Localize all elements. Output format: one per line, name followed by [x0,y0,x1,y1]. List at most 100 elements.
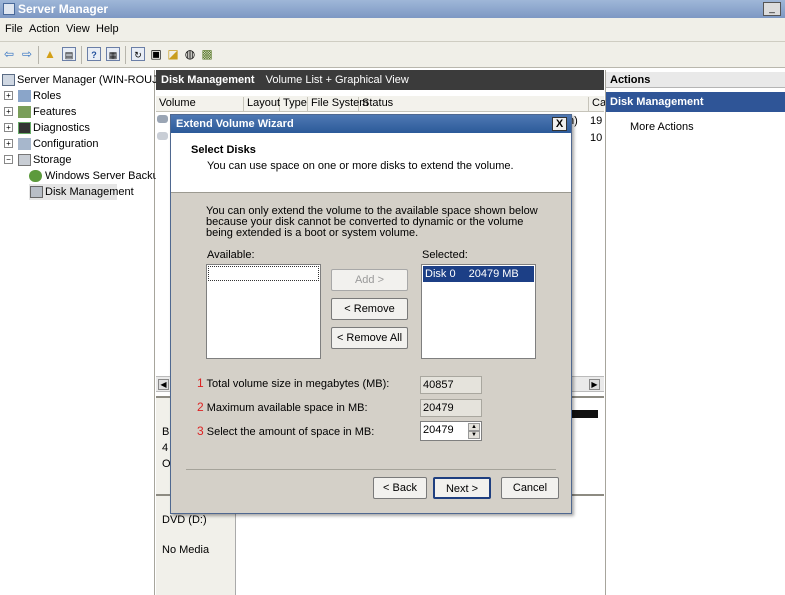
open-icon[interactable]: ◪ [166,47,180,61]
available-disks-list[interactable] [206,264,321,359]
tree-item-diagnostics[interactable]: + Diagnostics [2,120,152,136]
toolbar-separator [125,46,126,64]
selected-label: Selected: [422,249,468,261]
refresh-icon[interactable]: ↻ [131,47,145,61]
tree-item-disk-management[interactable]: Disk Management [29,184,134,200]
column-volume[interactable]: Volume [156,97,244,111]
column-file-system[interactable]: File System [308,97,368,111]
tree-item-windows-server-backup[interactable]: Windows Server Backup [29,168,165,184]
disk-label-line: B [162,426,170,438]
storage-icon [18,154,31,166]
column-type[interactable]: Type [280,97,308,111]
max-space-row: 2 Maximum available space in MB: [197,400,368,414]
partition-header-bar [570,410,598,418]
selected-disks-list[interactable]: Disk 0 20479 MB [421,264,536,359]
column-capacity[interactable]: Ca [589,97,606,111]
tree-item-storage[interactable]: − Storage [2,152,152,168]
chevron-down-icon[interactable]: ▼ [468,431,480,439]
annotation-number: 2 [197,400,204,414]
tree-item-label: Windows Server Backup [45,170,165,182]
add-button[interactable]: Add > [331,269,408,291]
focus-rectangle [208,266,319,281]
space-amount-value[interactable]: 20479 [423,424,454,436]
expand-icon[interactable]: + [4,139,13,148]
available-label: Available: [207,249,255,261]
dialog-title: Extend Volume Wizard [176,118,294,130]
actions-pane: Actions Disk Management More Actions [605,70,785,595]
dvd-label: DVD (D:) [162,514,207,526]
remove-button[interactable]: < Remove [331,298,408,320]
dialog-title-bar: Extend Volume Wizard [171,115,571,133]
up-folder-icon[interactable]: ▲ [43,47,57,61]
tree-item-label: Features [33,106,77,118]
extend-volume-wizard-dialog: Extend Volume Wizard X Select Disks You … [170,114,572,514]
menu-help[interactable]: Help [96,23,119,35]
wizard-header: Select Disks You can use space on one or… [171,133,571,193]
tree-item-roles[interactable]: + Roles [2,88,152,104]
disk-icon[interactable]: ▣ [149,47,163,61]
volume-row-capacity: 19 [590,115,603,127]
forward-arrow-icon[interactable]: ⇨ [20,47,34,61]
volume-list-header: Volume Layout Type File System Status Ca [156,96,606,112]
menu-view[interactable]: View [66,23,90,35]
cancel-button[interactable]: Cancel [501,477,559,499]
pane-header: Disk Management Volume List + Graphical … [156,70,604,90]
menu-action[interactable]: Action [29,23,60,35]
chevron-up-icon[interactable]: ▲ [468,423,480,431]
window-title: Server Manager [18,2,109,16]
space-amount-stepper[interactable]: 20479 ▲ ▼ [420,421,482,441]
back-button[interactable]: < Back [373,477,427,499]
toolbar-separator [81,46,82,64]
volume-icon [157,132,168,140]
annotation-number: 1 [197,376,204,390]
toolbar-separator [38,46,39,64]
help-icon[interactable]: ? [87,47,101,61]
expand-icon[interactable]: + [4,91,13,100]
total-size-label: Total volume size in megabytes (MB): [206,378,390,390]
pane-title: Disk Management [161,74,255,86]
scroll-right-icon[interactable]: ▶ [589,379,600,390]
scroll-left-icon[interactable]: ◀ [158,379,169,390]
show-hide-tree-icon[interactable]: ▤ [62,47,76,61]
wizard-heading: Select Disks [191,144,256,156]
select-amount-row: 3 Select the amount of space in MB: [197,424,374,438]
selected-disk-size: 20479 MB [468,268,519,280]
volume-row-capacity: 10 [590,132,603,144]
volume-icon [157,115,168,123]
column-layout[interactable]: Layout [244,97,280,111]
column-status[interactable]: Status [359,97,589,111]
actions-section-disk-management[interactable]: Disk Management [606,92,785,112]
remove-all-button[interactable]: < Remove All [331,327,408,349]
footer-separator [186,469,556,470]
total-size-value: 40857 [420,376,482,394]
wizard-description: You can only extend the volume to the av… [206,205,538,239]
more-actions-link[interactable]: More Actions [630,121,694,133]
selected-disk-item[interactable]: Disk 0 20479 MB [423,266,534,282]
expand-icon[interactable]: + [4,123,13,132]
selected-disk-name: Disk 0 [425,268,456,280]
search-icon[interactable]: ◍ [183,47,197,61]
properties-icon[interactable]: ▦ [106,47,120,61]
settings-icon[interactable]: ▩ [200,47,214,61]
expand-icon[interactable]: + [4,107,13,116]
tree-item-label: Configuration [33,138,99,150]
tree-item-label: Roles [33,90,62,102]
next-button[interactable]: Next > [433,477,491,499]
tree-item-label: Disk Management [45,186,134,198]
dvd-media-status: No Media [162,544,210,556]
tree-item-features[interactable]: + Features [2,104,152,120]
navigation-tree: Server Manager (WIN-ROUJ60FJEF + Roles +… [0,70,196,595]
menu-file[interactable]: File [5,23,23,35]
tree-item-configuration[interactable]: + Configuration [2,136,152,152]
pane-subtitle: Volume List + Graphical View [265,74,409,86]
toolbar: ⇦ ⇨ ▲ ▤ ? ▦ ↻ ▣ ◪ ◍ ▩ [0,42,785,68]
wizard-subheading: You can use space on one or more disks t… [207,160,514,172]
collapse-icon[interactable]: − [4,155,13,164]
menu-bar: File Action View Help [0,18,785,42]
max-space-label: Maximum available space in MB: [206,402,368,414]
minimize-window-button[interactable]: _ [763,2,781,16]
back-arrow-icon[interactable]: ⇦ [2,47,16,61]
close-button[interactable]: X [552,117,567,131]
features-icon [18,106,31,118]
window-title-bar: Server Manager [0,0,785,18]
